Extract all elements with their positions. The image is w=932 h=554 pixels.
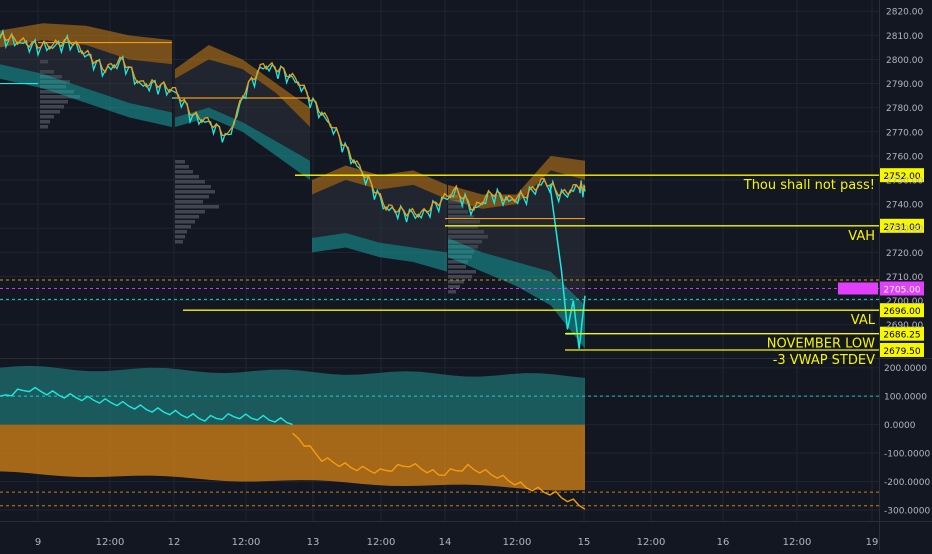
level-annotation: Thou shall not pass! <box>743 178 875 193</box>
price-tick-label: 2740.00 <box>886 201 923 211</box>
volume-profile-bar <box>448 285 460 289</box>
level-annotation: VAH <box>848 229 875 244</box>
chart-svg: Thou shall not pass!2752.00VAH2731.00VAL… <box>0 0 932 550</box>
time-tick-label: 12:00 <box>232 537 261 548</box>
time-tick-label: 14 <box>439 537 452 548</box>
level-price-tag-label: 2696.00 <box>883 307 920 317</box>
level-annotation: VAL <box>851 313 876 328</box>
oscillator-tick-label: -300.0000 <box>884 507 930 517</box>
time-tick-label: 12:00 <box>783 537 812 548</box>
price-tick-label: 2800.00 <box>886 56 923 66</box>
price-tick-label: 2720.00 <box>886 249 923 259</box>
volume-profile-bar <box>40 115 54 119</box>
volume-profile-bar <box>448 265 466 269</box>
time-tick-label: 12:00 <box>637 537 666 548</box>
time-tick-label: 12:00 <box>96 537 125 548</box>
price-tick-label: 2810.00 <box>886 32 923 42</box>
oscillator-tick-label: -100.0000 <box>884 450 930 460</box>
volume-profile-bar <box>175 240 183 244</box>
volume-profile-bar <box>175 215 199 219</box>
volume-profile-bar <box>40 110 60 114</box>
price-tick-label: 2780.00 <box>886 104 923 114</box>
volume-profile-bar <box>40 120 50 124</box>
oscillator-tick-label: 200.0000 <box>884 364 927 374</box>
volume-profile-bar <box>175 195 209 199</box>
time-tick-label: 15 <box>578 537 591 548</box>
level-price-tag-label: 2686.25 <box>883 331 920 341</box>
volume-profile-bar <box>175 205 219 209</box>
price-tick-label: 2750.00 <box>886 177 923 187</box>
volume-profile-bar <box>175 180 205 184</box>
time-tick-label: 9 <box>35 537 41 548</box>
volume-profile-bar <box>175 235 185 239</box>
time-tick-label: 16 <box>717 537 730 548</box>
volume-profile-bar <box>40 100 68 104</box>
price-tick-label: 2700.00 <box>886 297 923 307</box>
volume-profile-bar <box>175 160 185 164</box>
volume-profile-bar <box>40 105 64 109</box>
price-tag-inline <box>838 282 878 295</box>
volume-profile-bar <box>175 220 195 224</box>
volume-profile-bar <box>448 290 456 294</box>
oscillator-tick-label: 100.0000 <box>884 393 927 403</box>
time-tick-label: 12:00 <box>503 537 532 548</box>
volume-profile-bar <box>175 190 215 194</box>
price-tag-label: 2705.00 <box>883 285 920 295</box>
volume-profile-bar <box>175 210 205 214</box>
volume-profile-bar <box>175 230 187 234</box>
time-tick-label: 19 <box>866 537 879 548</box>
chart-stage: Thou shall not pass! 2752.00 VAH 2731.00 VAL… <box>0 0 932 550</box>
oscillator-tick-label: 0.0000 <box>884 421 916 431</box>
price-tick-label: 2790.00 <box>886 80 923 90</box>
price-tick-label: 2730.00 <box>886 225 923 235</box>
volume-profile-bar <box>175 200 203 204</box>
time-tick-label: 12 <box>168 537 181 548</box>
volume-profile-bar <box>175 170 193 174</box>
oscillator-tick-label: -200.0000 <box>884 478 930 488</box>
price-tick-label: 2820.00 <box>886 8 923 18</box>
volume-profile-bar <box>175 225 191 229</box>
volume-profile-bar <box>175 165 189 169</box>
level-price-tag-label: 2679.50 <box>883 347 920 357</box>
volume-profile-bar <box>448 270 476 274</box>
time-tick-label: 13 <box>307 537 320 548</box>
volume-profile-bar <box>40 125 48 129</box>
volume-profile-bar <box>448 275 472 279</box>
time-tick-label: 12:00 <box>367 537 396 548</box>
level-annotation: -3 VWAP STDEV <box>773 353 875 368</box>
volume-profile-bar <box>175 175 199 179</box>
price-tick-label: 2770.00 <box>886 128 923 138</box>
price-tick-label: 2710.00 <box>886 273 923 283</box>
price-tick-label: 2760.00 <box>886 152 923 162</box>
price-tick-label: 2690.00 <box>886 321 923 331</box>
volume-profile-bar <box>175 185 211 189</box>
